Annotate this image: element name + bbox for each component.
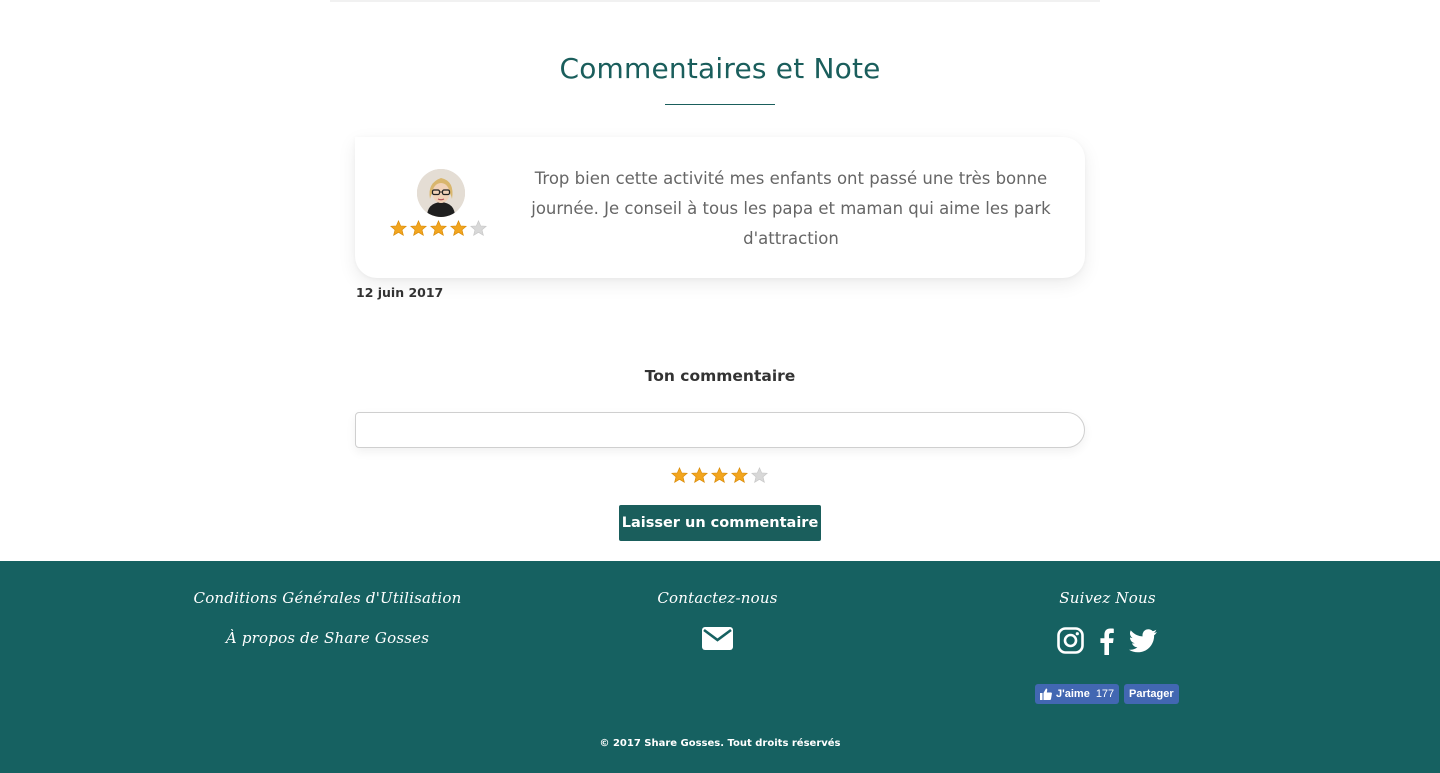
facebook-like-button[interactable]: J'aime 177 — [1035, 684, 1120, 704]
comment-rating — [390, 220, 487, 237]
facebook-share-button[interactable]: Partager — [1124, 684, 1179, 704]
cgu-link[interactable]: Conditions Générales d'Utilisation — [140, 589, 515, 607]
comment-card: Trop bien cette activité mes enfants ont… — [355, 137, 1085, 278]
star-filled-icon — [450, 220, 467, 237]
comment-input[interactable] — [355, 412, 1085, 448]
top-divider — [330, 0, 1100, 2]
facebook-like-count: 177 — [1095, 688, 1115, 700]
title-underline — [665, 104, 775, 105]
section-title: Commentaires et Note — [559, 52, 881, 85]
about-link[interactable]: À propos de Share Gosses — [140, 629, 515, 647]
contact-link[interactable]: Contactez-nous — [600, 589, 835, 607]
star-filled-icon — [410, 220, 427, 237]
twitter-icon[interactable] — [1129, 629, 1157, 653]
copyright: © 2017 Share Gosses. Tout droits réservé… — [599, 738, 841, 749]
rating-selector[interactable] — [671, 467, 768, 484]
footer: Conditions Générales d'Utilisation À pro… — [0, 561, 1440, 773]
comment-form-label: Ton commentaire — [644, 367, 796, 385]
star-filled-icon — [430, 220, 447, 237]
facebook-like-label: J'aime — [1056, 688, 1090, 700]
follow-us-title: Suivez Nous — [1059, 589, 1156, 607]
user-avatar-image — [417, 169, 465, 217]
envelope-icon[interactable] — [702, 627, 733, 650]
comment-date: 12 juin 2017 — [356, 285, 444, 300]
star-filled-icon — [390, 220, 407, 237]
star-empty-icon — [470, 220, 487, 237]
submit-comment-button[interactable]: Laisser un commentaire — [619, 505, 821, 541]
star-empty-icon[interactable] — [751, 467, 768, 484]
star-filled-icon[interactable] — [671, 467, 688, 484]
star-filled-icon[interactable] — [731, 467, 748, 484]
star-filled-icon[interactable] — [711, 467, 728, 484]
star-filled-icon[interactable] — [691, 467, 708, 484]
instagram-icon[interactable] — [1057, 627, 1084, 654]
facebook-icon[interactable] — [1097, 627, 1115, 655]
comment-text: Trop bien cette activité mes enfants ont… — [531, 169, 1051, 248]
thumbs-up-icon — [1040, 688, 1052, 700]
avatar — [417, 169, 465, 217]
